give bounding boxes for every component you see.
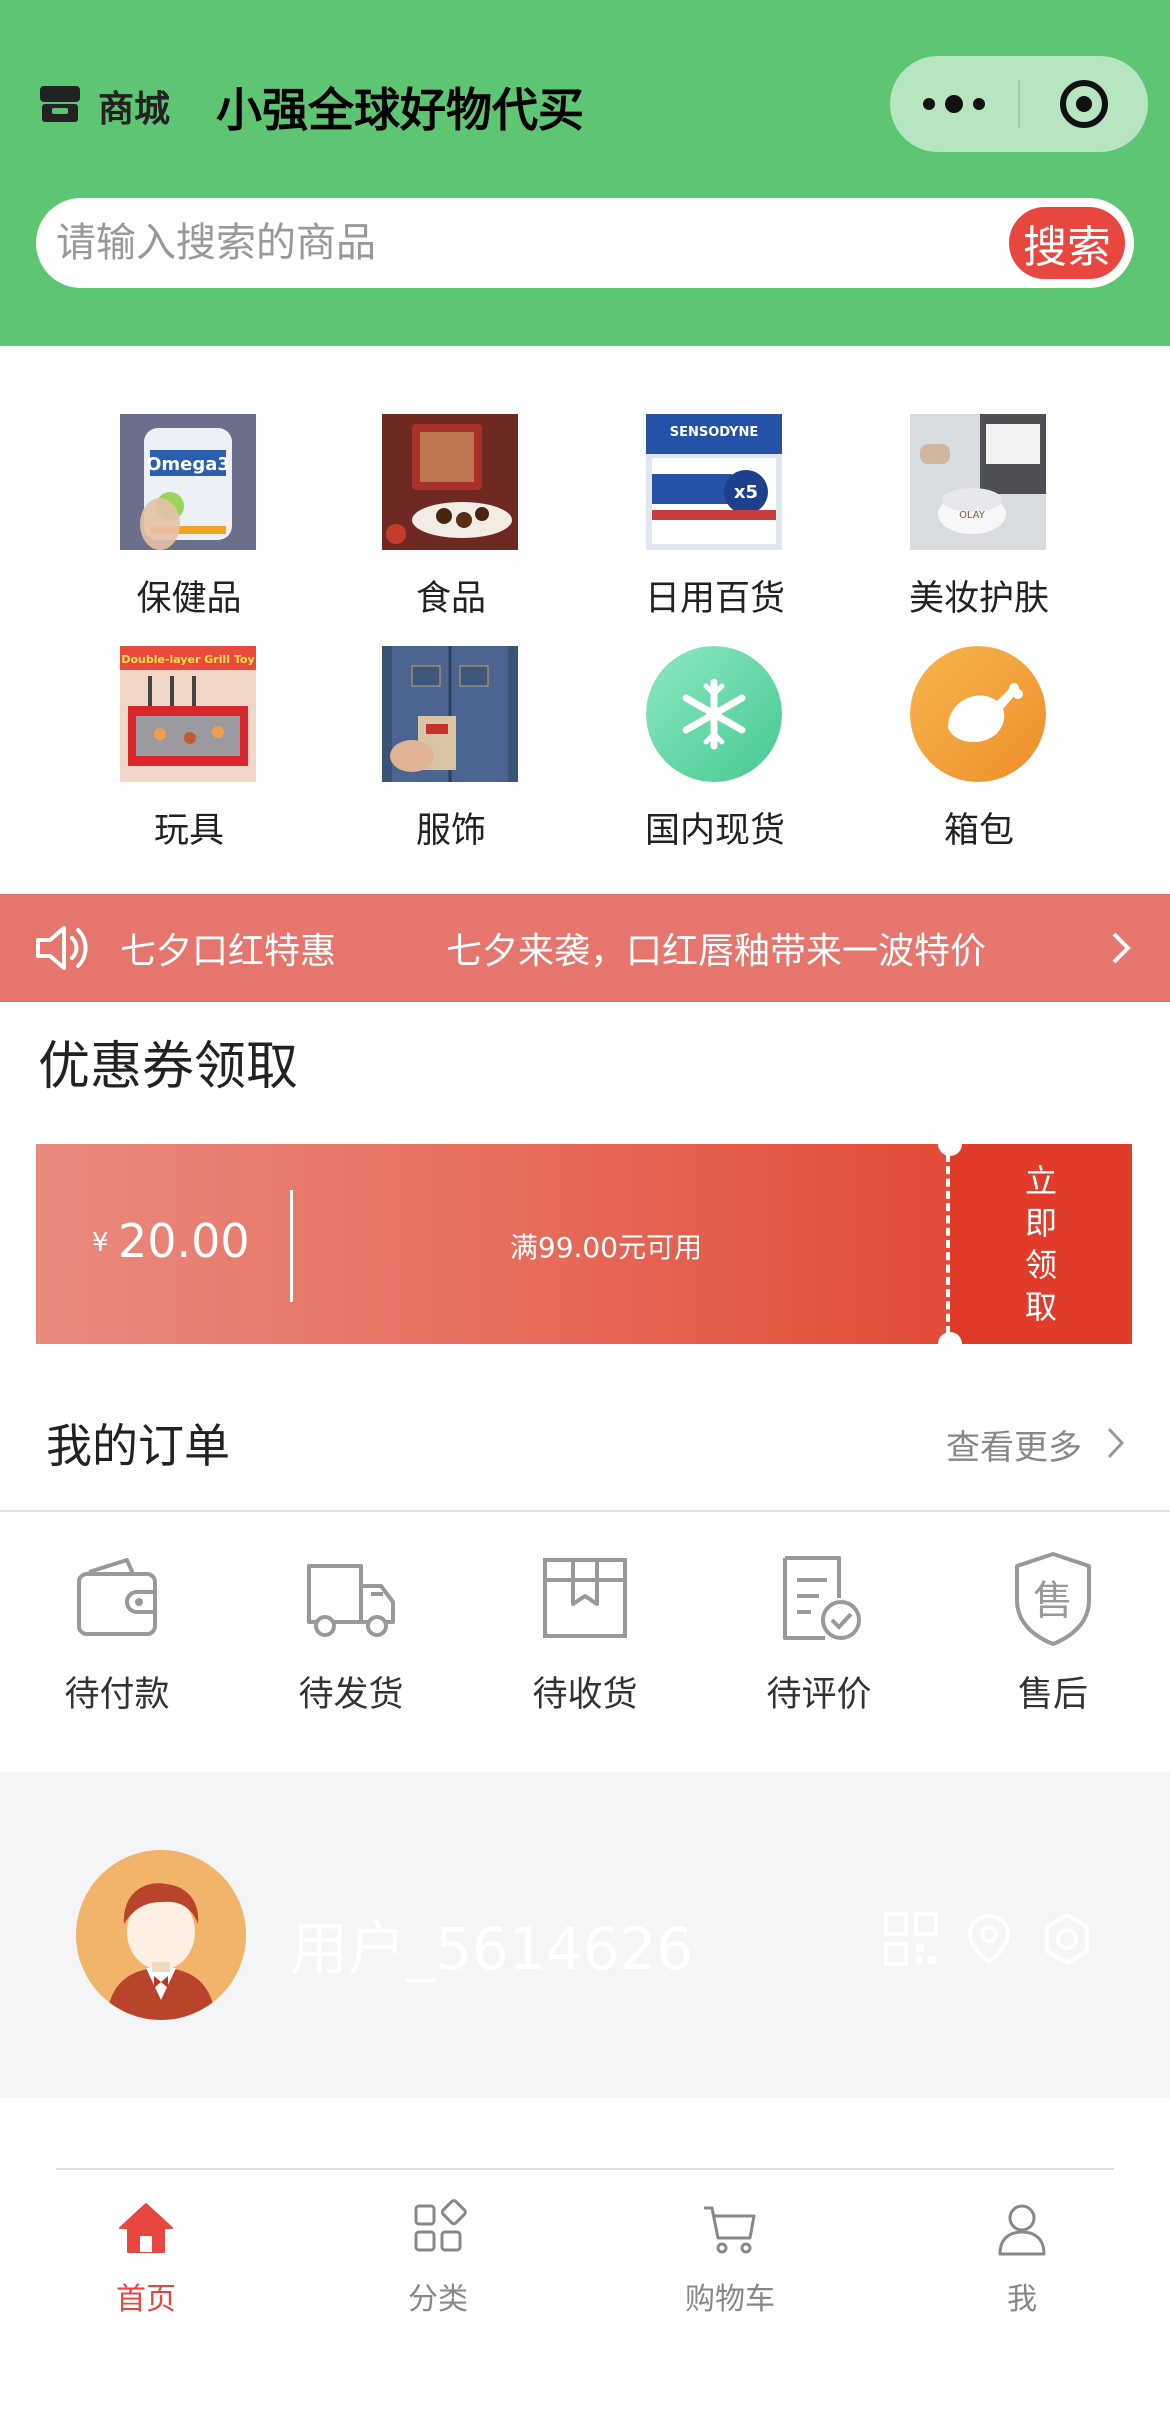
order-status-pending-payment[interactable]: 待付款 xyxy=(0,1548,234,1718)
svg-text:Double-layer Grill Toy: Double-layer Grill Toy xyxy=(121,653,254,666)
tab-cart[interactable]: 购物车 xyxy=(584,2198,876,2328)
orders-title: 我的订单 xyxy=(46,1419,230,1473)
order-status-label: 待发货 xyxy=(298,1675,404,1715)
qrcode-icon[interactable] xyxy=(884,1912,938,1966)
claim-char: 即 xyxy=(1024,1204,1057,1242)
tab-category[interactable]: 分类 xyxy=(292,2198,584,2328)
category-item-bags[interactable]: 箱包 xyxy=(848,612,1110,851)
supplement-bottle-image: Omega3 xyxy=(120,414,256,550)
tab-label: 购物车 xyxy=(685,2282,775,2317)
category-item-daily-goods[interactable]: SENSODYNE x5 日用百货 xyxy=(584,380,846,619)
order-status-label: 待付款 xyxy=(64,1675,170,1715)
speaker-icon xyxy=(36,926,88,970)
toothpaste-pack-image: SENSODYNE x5 xyxy=(646,414,782,550)
home-icon xyxy=(119,2203,173,2253)
coupon-edge xyxy=(30,1144,42,1344)
review-icon xyxy=(783,1556,861,1640)
tab-bar: 首页 分类 购物车 我 xyxy=(0,2168,1170,2429)
claim-coupon-button[interactable]: 立 即 领 取 xyxy=(950,1156,1132,1332)
tab-me[interactable]: 我 xyxy=(876,2198,1168,2328)
truck-icon xyxy=(307,1564,395,1637)
shop-title: 小强全球好物代买 xyxy=(216,83,584,137)
cart-icon xyxy=(704,2206,756,2254)
store-icon xyxy=(40,86,80,122)
category-item-beauty[interactable]: OLAY 美妆护肤 xyxy=(848,380,1110,619)
order-status-label: 售后 xyxy=(1017,1675,1088,1715)
claim-char: 立 xyxy=(1024,1162,1057,1200)
chevron-right-icon[interactable] xyxy=(1106,1426,1126,1460)
order-status-pending-review[interactable]: 待评价 xyxy=(702,1548,936,1718)
chevron-right-icon xyxy=(1112,932,1131,964)
header: 商城 小强全球好物代买 搜索 xyxy=(0,0,1170,346)
category-item-food[interactable]: 食品 xyxy=(320,380,582,619)
coupon-notch xyxy=(938,1332,962,1356)
orders-view-more-link[interactable]: 查看更多 xyxy=(946,1420,1082,1469)
avatar[interactable] xyxy=(76,1850,246,2020)
target-icon xyxy=(1060,80,1108,128)
package-icon xyxy=(543,1558,627,1638)
order-status-after-sale[interactable]: 售 售后 xyxy=(936,1548,1170,1718)
svg-text:OLAY: OLAY xyxy=(959,510,986,521)
coupon-card: ¥ 20.00 满99.00元可用 立 即 领 取 xyxy=(30,1132,1138,1356)
denim-jacket-image xyxy=(382,646,518,782)
tab-label: 首页 xyxy=(116,2282,176,2317)
search-bar: 搜索 xyxy=(36,198,1134,288)
category-grid: Omega3 保健品 食品 SENSODYNE x5 日用百货 OLAY 美妆护… xyxy=(0,380,1170,851)
claim-char: 领 xyxy=(1024,1246,1057,1284)
coupon-currency: ¥ xyxy=(92,1228,109,1258)
category-item-apparel[interactable]: 服饰 xyxy=(320,612,582,851)
coupon-notch xyxy=(938,1132,962,1156)
order-status-pending-shipment[interactable]: 待发货 xyxy=(234,1548,468,1718)
coupon-amount: 20.00 xyxy=(118,1214,250,1268)
tab-label: 我 xyxy=(1007,2282,1037,2317)
more-dot-icon xyxy=(973,98,985,110)
order-status-label: 待收货 xyxy=(532,1675,638,1715)
chicken-icon xyxy=(910,646,1046,782)
coupon-section-title: 优惠券领取 xyxy=(38,1037,299,1097)
category-label: 箱包 xyxy=(943,811,1014,851)
store-label[interactable]: 商城 xyxy=(98,80,170,132)
notice-text: 七夕来袭，口红唇釉带来一波特价 xyxy=(446,931,987,972)
more-menu-button[interactable] xyxy=(890,56,1018,152)
miniprogram-capsule xyxy=(890,56,1148,152)
divider xyxy=(0,1510,1170,1512)
svg-text:售: 售 xyxy=(1033,1578,1073,1624)
divider xyxy=(56,2168,1114,2170)
toy-set-image: Double-layer Grill Toy xyxy=(120,646,256,782)
wallet-icon xyxy=(77,1558,157,1636)
category-item-toys[interactable]: Double-layer Grill Toy 玩具 xyxy=(58,612,320,851)
coupon-condition: 满99.00元可用 xyxy=(509,1231,703,1264)
settings-icon[interactable] xyxy=(1040,1912,1094,1966)
tab-home[interactable]: 首页 xyxy=(0,2198,292,2328)
category-label: 玩具 xyxy=(153,811,224,851)
username: 用户_5614626 xyxy=(290,1915,694,1983)
snowflake-icon xyxy=(646,646,782,782)
order-status-label: 待评价 xyxy=(766,1675,872,1715)
notice-tag: 七夕口红特惠 xyxy=(120,931,337,972)
order-status-pending-receipt[interactable]: 待收货 xyxy=(468,1548,702,1718)
svg-text:x5: x5 xyxy=(734,482,758,503)
search-button[interactable]: 搜索 xyxy=(1006,204,1128,282)
category-label: 国内现货 xyxy=(644,811,785,851)
category-item-supplements[interactable]: Omega3 保健品 xyxy=(58,380,320,619)
profile-card: 用户_5614626 xyxy=(0,1772,1170,2098)
location-icon[interactable] xyxy=(962,1912,1016,1966)
search-input[interactable] xyxy=(56,198,1016,288)
after-sale-shield-icon: 售 xyxy=(1015,1552,1091,1646)
svg-text:SENSODYNE: SENSODYNE xyxy=(670,425,759,440)
claim-char: 取 xyxy=(1024,1288,1057,1326)
category-item-domestic-stock[interactable]: 国内现货 xyxy=(584,612,846,851)
svg-text:Omega3: Omega3 xyxy=(146,454,230,475)
coupon-divider xyxy=(290,1190,293,1302)
close-miniprogram-button[interactable] xyxy=(1020,56,1148,152)
tab-label: 分类 xyxy=(408,2282,468,2317)
chocolate-box-image xyxy=(382,414,518,550)
skincare-jar-image: OLAY xyxy=(910,414,1046,550)
category-grid-icon xyxy=(414,2199,467,2252)
user-icon xyxy=(998,2204,1046,2256)
more-dot-icon xyxy=(923,98,935,110)
more-dot-icon xyxy=(945,95,963,113)
notice-bar[interactable]: 七夕口红特惠 七夕来袭，口红唇釉带来一波特价 xyxy=(0,894,1170,1002)
category-label: 服饰 xyxy=(415,811,486,851)
